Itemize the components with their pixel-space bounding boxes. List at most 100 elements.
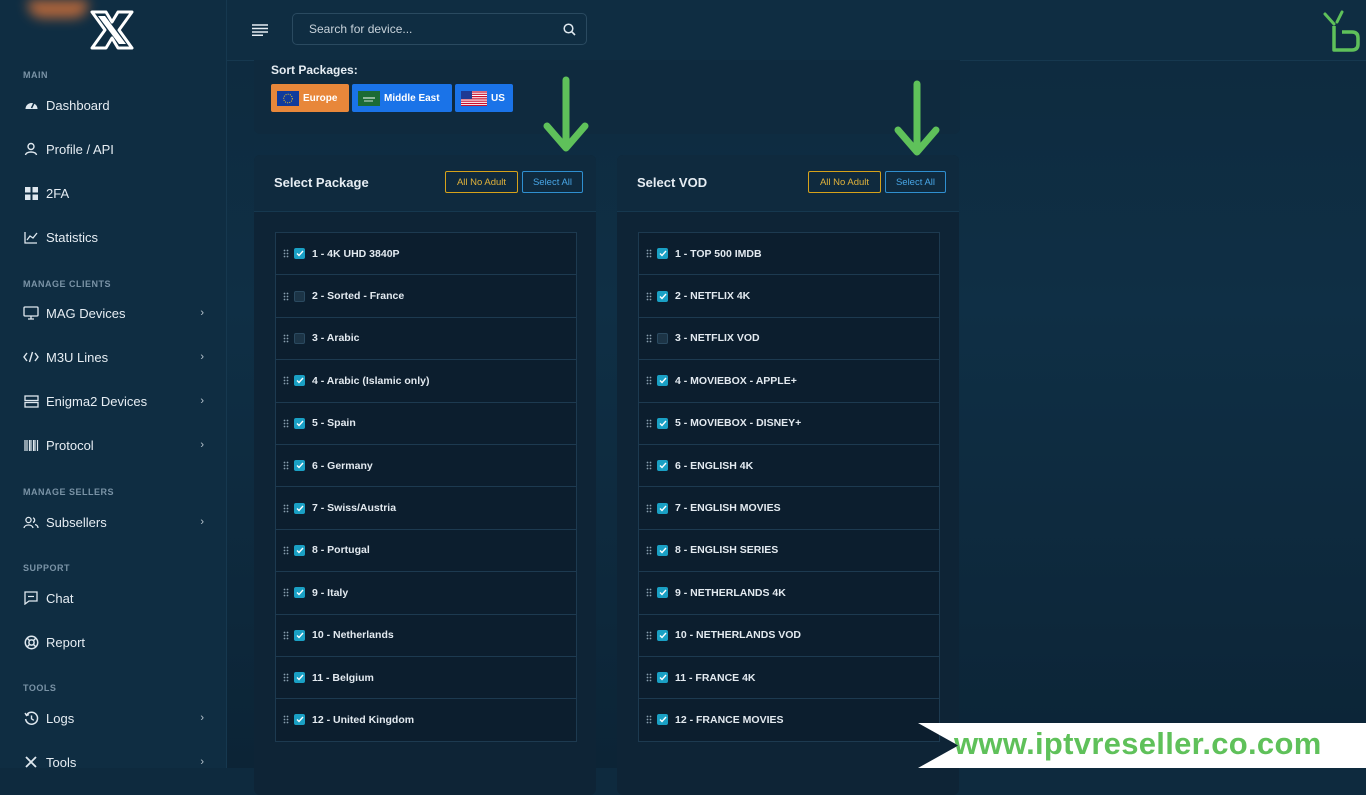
list-item[interactable]: 9 - NETHERLANDS 4K — [639, 572, 939, 615]
checkbox[interactable] — [294, 290, 305, 302]
drag-handle-icon[interactable] — [283, 546, 289, 555]
sidebar-item-enigma2-devices[interactable]: Enigma2 Devices › — [22, 389, 204, 413]
checkbox[interactable] — [657, 629, 668, 641]
list-item[interactable]: 2 - NETFLIX 4K — [639, 275, 939, 318]
drag-handle-icon[interactable] — [646, 461, 652, 470]
checkbox[interactable] — [294, 544, 305, 556]
list-item[interactable]: 5 - Spain — [276, 403, 576, 445]
drag-handle-icon[interactable] — [646, 249, 652, 258]
search-input[interactable] — [307, 21, 563, 37]
sidebar-item-profile-api[interactable]: Profile / API — [22, 137, 204, 161]
list-item[interactable]: 10 - Netherlands — [276, 615, 576, 657]
list-item[interactable]: 5 - MOVIEBOX - DISNEY+ — [639, 403, 939, 445]
checkbox[interactable] — [294, 332, 305, 344]
drag-handle-icon[interactable] — [283, 673, 289, 682]
list-item[interactable]: 7 - Swiss/Austria — [276, 487, 576, 530]
drag-handle-icon[interactable] — [283, 419, 289, 428]
drag-handle-icon[interactable] — [646, 546, 652, 555]
checkbox[interactable] — [294, 714, 305, 726]
drag-handle-icon[interactable] — [283, 715, 289, 724]
drag-handle-icon[interactable] — [283, 249, 289, 258]
menu-toggle-icon[interactable] — [252, 24, 268, 36]
sidebar-item-label: Logs — [46, 710, 75, 726]
checkbox[interactable] — [294, 417, 305, 429]
list-item[interactable]: 10 - NETHERLANDS VOD — [639, 615, 939, 657]
drag-handle-icon[interactable] — [646, 292, 652, 301]
drag-handle-icon[interactable] — [283, 461, 289, 470]
checkbox[interactable] — [294, 629, 305, 641]
list-item[interactable]: 12 - United Kingdom — [276, 699, 576, 742]
sidebar-item-logs[interactable]: Logs › — [22, 706, 204, 730]
drag-handle-icon[interactable] — [646, 588, 652, 597]
sort-us-button[interactable]: US — [455, 84, 513, 112]
checkbox[interactable] — [657, 290, 668, 302]
list-item[interactable]: 8 - Portugal — [276, 530, 576, 573]
list-item[interactable]: 8 - ENGLISH SERIES — [639, 530, 939, 573]
checkbox[interactable] — [657, 587, 668, 599]
all-no-adult-button[interactable]: All No Adult — [808, 171, 881, 193]
checkbox[interactable] — [657, 417, 668, 429]
list-item[interactable]: 6 - ENGLISH 4K — [639, 445, 939, 488]
checkbox[interactable] — [657, 544, 668, 556]
list-item[interactable]: 6 - Germany — [276, 445, 576, 488]
drag-handle-icon[interactable] — [646, 419, 652, 428]
sidebar-item-protocol[interactable]: Protocol › — [22, 433, 204, 457]
list-item[interactable]: 2 - Sorted - France — [276, 275, 576, 318]
list-item[interactable]: 3 - Arabic — [276, 318, 576, 361]
checkbox[interactable] — [657, 714, 668, 726]
checkbox[interactable] — [657, 460, 668, 472]
drag-handle-icon[interactable] — [283, 504, 289, 513]
checkbox[interactable] — [657, 332, 668, 344]
drag-handle-icon[interactable] — [646, 673, 652, 682]
drag-handle-icon[interactable] — [283, 588, 289, 597]
checkbox[interactable] — [657, 248, 668, 260]
drag-handle-icon[interactable] — [283, 376, 289, 385]
checkbox[interactable] — [657, 502, 668, 514]
drag-handle-icon[interactable] — [283, 292, 289, 301]
drag-handle-icon[interactable] — [646, 631, 652, 640]
list-item-label: 3 - NETFLIX VOD — [675, 332, 760, 345]
list-item[interactable]: 1 - 4K UHD 3840P — [276, 233, 576, 276]
sort-europe-button[interactable]: Europe — [271, 84, 349, 112]
sidebar-item-subsellers[interactable]: Subsellers › — [22, 510, 204, 534]
section-label-manage-clients: MANAGE CLIENTS — [23, 279, 111, 289]
drag-handle-icon[interactable] — [283, 334, 289, 343]
drag-handle-icon[interactable] — [646, 504, 652, 513]
checkbox[interactable] — [294, 248, 305, 260]
list-item[interactable]: 4 - MOVIEBOX - APPLE+ — [639, 360, 939, 403]
sidebar-item-2fa[interactable]: 2FA — [22, 181, 204, 205]
select-all-button[interactable]: Select All — [522, 171, 583, 193]
sidebar-item-report[interactable]: Report — [22, 630, 204, 654]
checkbox[interactable] — [294, 460, 305, 472]
sidebar-item-statistics[interactable]: Statistics — [22, 225, 204, 249]
checkbox[interactable] — [294, 502, 305, 514]
checkbox[interactable] — [294, 375, 305, 387]
list-item[interactable]: 1 - TOP 500 IMDB — [639, 233, 939, 276]
sidebar-item-mag-devices[interactable]: MAG Devices › — [22, 301, 204, 325]
sidebar-item-m3u-lines[interactable]: M3U Lines › — [22, 345, 204, 369]
checkbox[interactable] — [294, 672, 305, 684]
list-item[interactable]: 12 - FRANCE MOVIES — [639, 699, 939, 742]
search-icon[interactable] — [563, 22, 576, 36]
checkbox[interactable] — [657, 375, 668, 387]
drag-handle-icon[interactable] — [646, 376, 652, 385]
list-item[interactable]: 11 - Belgium — [276, 657, 576, 700]
list-item[interactable]: 11 - FRANCE 4K — [639, 657, 939, 700]
drag-handle-icon[interactable] — [646, 334, 652, 343]
checkbox[interactable] — [657, 672, 668, 684]
list-item[interactable]: 4 - Arabic (Islamic only) — [276, 360, 576, 403]
sidebar-item-tools[interactable]: Tools › — [22, 750, 204, 774]
select-all-button[interactable]: Select All — [885, 171, 946, 193]
all-no-adult-button[interactable]: All No Adult — [445, 171, 518, 193]
sidebar-item-chat[interactable]: Chat — [22, 586, 204, 610]
checkbox[interactable] — [294, 587, 305, 599]
sidebar-item-dashboard[interactable]: Dashboard — [22, 93, 204, 117]
list-item[interactable]: 7 - ENGLISH MOVIES — [639, 487, 939, 530]
logo-x-icon[interactable] — [88, 8, 136, 52]
drag-handle-icon[interactable] — [283, 631, 289, 640]
sort-middle-east-button[interactable]: Middle East — [352, 84, 452, 112]
list-item[interactable]: 9 - Italy — [276, 572, 576, 615]
message-icon — [22, 590, 40, 606]
drag-handle-icon[interactable] — [646, 715, 652, 724]
list-item[interactable]: 3 - NETFLIX VOD — [639, 318, 939, 361]
